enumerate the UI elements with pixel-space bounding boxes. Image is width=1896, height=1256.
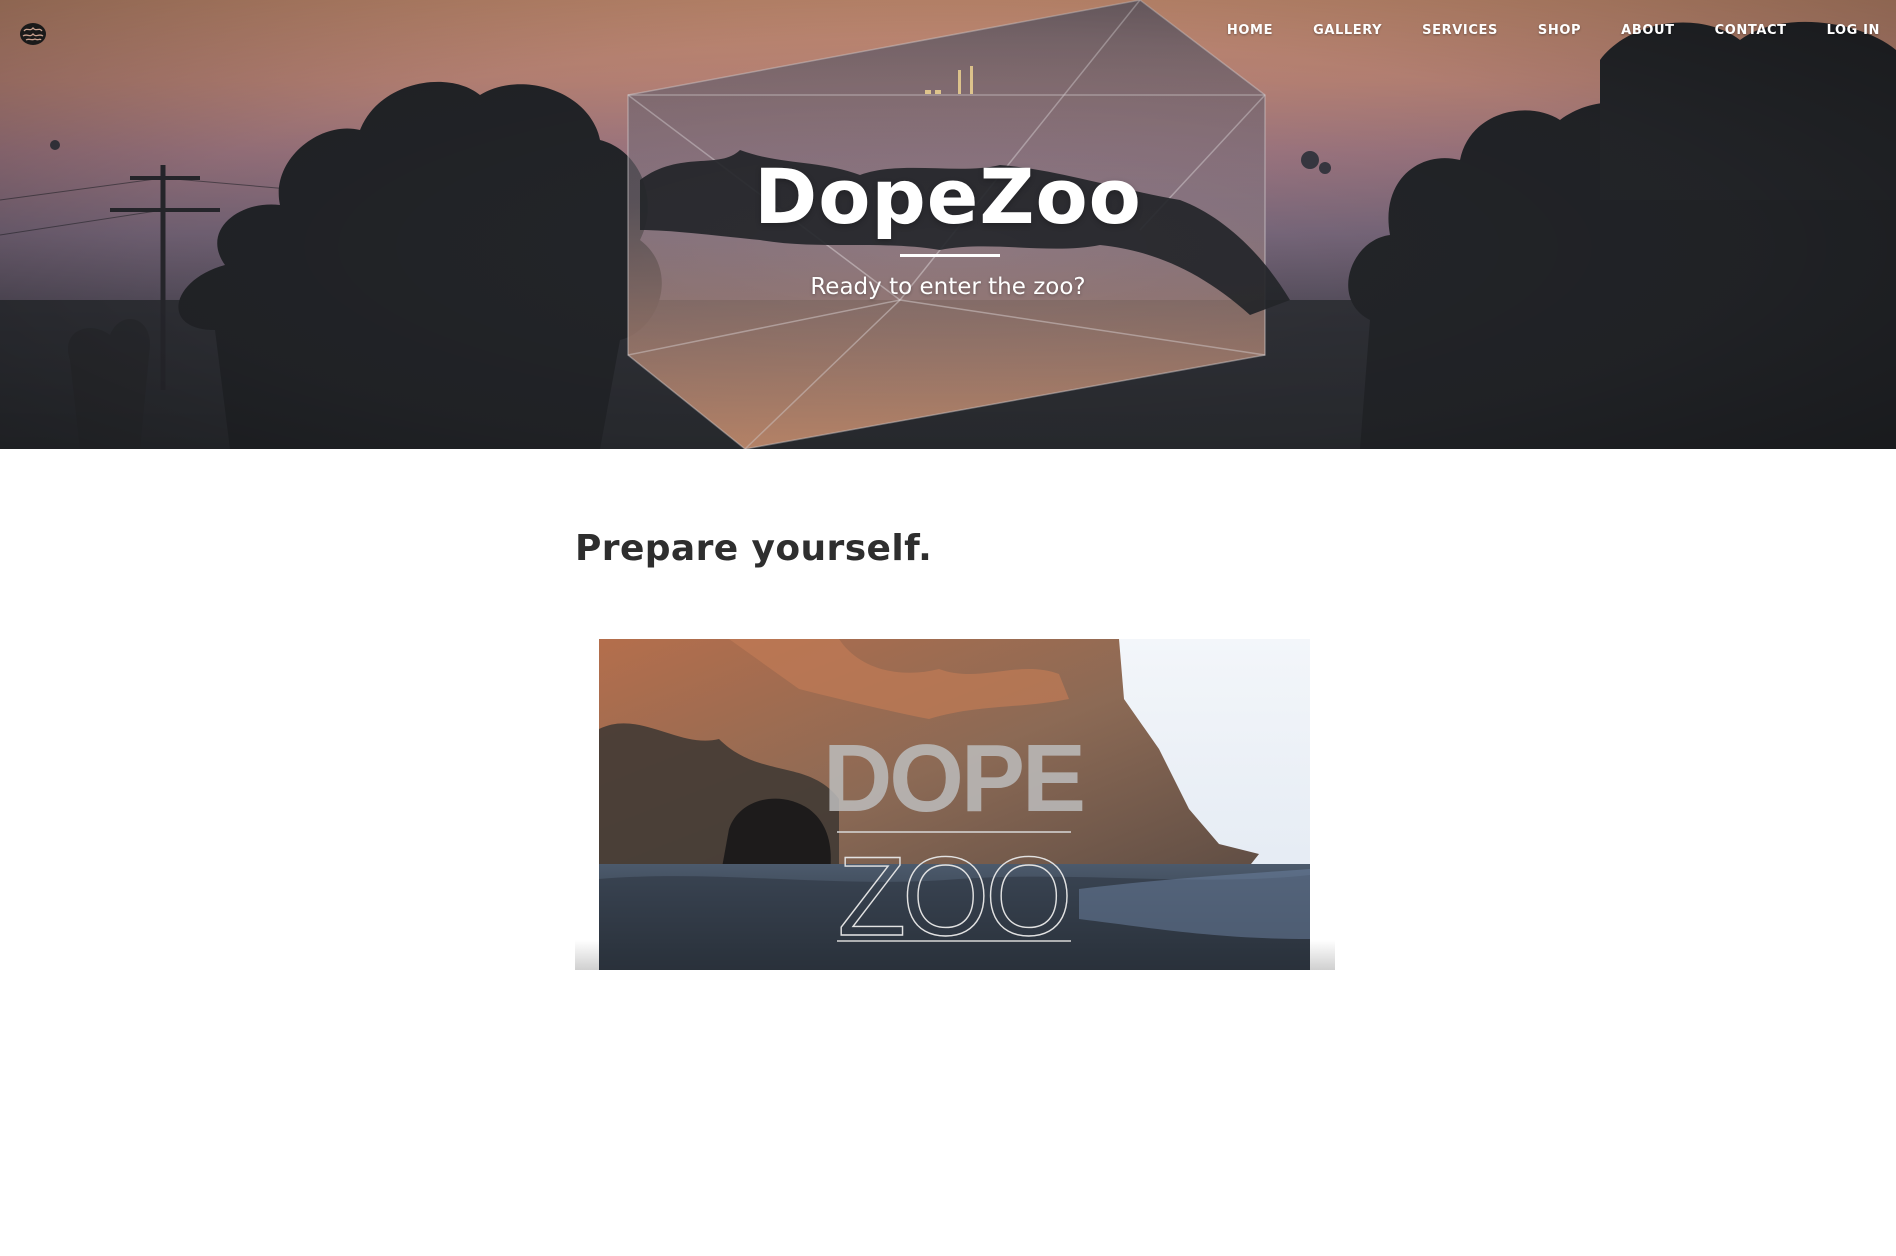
brain-icon-graphic (20, 23, 46, 45)
nav-services[interactable]: SERVICES (1402, 22, 1518, 40)
hero-title-underline (900, 254, 1000, 257)
nav-shop[interactable]: SHOP (1518, 22, 1601, 40)
nav-home[interactable]: HOME (1207, 22, 1293, 40)
main-navigation: HOME GALLERY SERVICES SHOP ABOUT CONTACT… (1207, 22, 1880, 40)
nav-gallery[interactable]: GALLERY (1293, 22, 1402, 40)
video-player[interactable]: DOPE ZOO (599, 639, 1310, 970)
hero-banner: HOME GALLERY SERVICES SHOP ABOUT CONTACT… (0, 0, 1896, 449)
video-thumbnail: DOPE ZOO (599, 639, 1310, 970)
hero-title: DopeZoo (754, 152, 1142, 241)
nav-about[interactable]: ABOUT (1601, 22, 1694, 40)
hero-subtitle: Ready to enter the zoo? (810, 274, 1086, 300)
brain-icon[interactable] (18, 19, 48, 49)
nav-log-in[interactable]: LOG IN (1807, 22, 1880, 40)
video-logo-word-1: DOPE (823, 725, 1083, 832)
video-embed-container: DOPE ZOO (575, 639, 1335, 970)
section-heading: Prepare yourself. (575, 528, 933, 569)
nav-contact[interactable]: CONTACT (1695, 22, 1807, 40)
